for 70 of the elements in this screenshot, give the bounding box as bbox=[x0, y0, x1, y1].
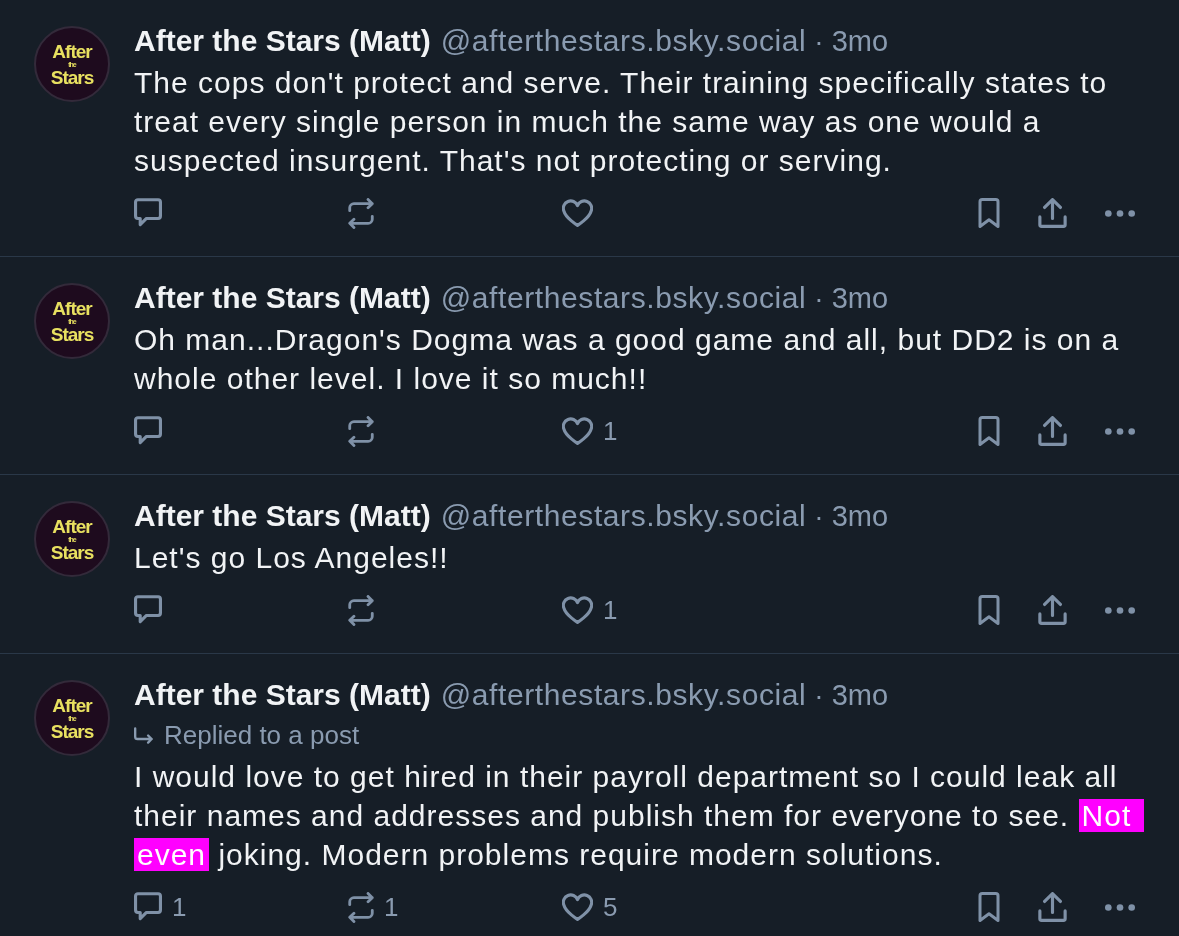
reply-arrow-icon bbox=[134, 726, 154, 744]
bookmark-button[interactable] bbox=[978, 890, 1000, 924]
author-name[interactable]: After the Stars (Matt) bbox=[134, 21, 431, 61]
separator-dot: · bbox=[814, 282, 824, 316]
like-button[interactable]: 1 bbox=[562, 414, 618, 448]
separator-dot: · bbox=[814, 25, 824, 59]
post-text: Let's go Los Angeles!! bbox=[134, 540, 450, 576]
author-handle[interactable]: @afterthestars.bsky.social bbox=[440, 496, 807, 536]
repost-icon bbox=[348, 197, 374, 229]
heart-icon bbox=[562, 417, 593, 445]
author-handle[interactable]: @afterthestars.bsky.social bbox=[440, 21, 807, 61]
bookmark-button[interactable] bbox=[978, 593, 1000, 627]
heart-icon bbox=[562, 596, 593, 624]
author-handle[interactable]: @afterthestars.bsky.social bbox=[440, 278, 807, 318]
share-icon bbox=[1038, 416, 1067, 446]
avatar-text: Stars bbox=[50, 324, 94, 344]
share-button[interactable] bbox=[1038, 196, 1067, 230]
comment-icon bbox=[134, 892, 162, 922]
repost-icon bbox=[348, 415, 374, 447]
bookmark-button[interactable] bbox=[978, 196, 1000, 230]
more-icon bbox=[1105, 606, 1135, 614]
more-icon bbox=[1105, 427, 1135, 435]
bookmark-icon bbox=[978, 892, 1000, 922]
heart-icon bbox=[562, 199, 593, 227]
share-button[interactable] bbox=[1038, 593, 1067, 627]
share-icon bbox=[1038, 892, 1067, 922]
repost-icon bbox=[348, 891, 374, 923]
separator-dot: · bbox=[814, 679, 824, 713]
avatar-text: After bbox=[52, 516, 92, 536]
avatar-text: Stars bbox=[50, 721, 94, 741]
avatar-text: Stars bbox=[50, 67, 94, 87]
comment-icon bbox=[134, 595, 162, 625]
repost-button[interactable] bbox=[348, 196, 374, 230]
repost-button[interactable] bbox=[348, 593, 374, 627]
author-name[interactable]: After the Stars (Matt) bbox=[134, 675, 431, 715]
bookmark-icon bbox=[978, 416, 1000, 446]
comment-icon bbox=[134, 198, 162, 228]
author-name[interactable]: After the Stars (Matt) bbox=[134, 496, 431, 536]
post-text: Oh man...Dragon's Dogma was a good game and all, but DD2 is on a whole other level. I love it so much!! bbox=[134, 322, 1121, 397]
post-time[interactable]: 3mo bbox=[831, 496, 889, 536]
share-icon bbox=[1038, 595, 1067, 625]
separator-dot: · bbox=[814, 500, 824, 534]
bookmark-button[interactable] bbox=[978, 414, 1000, 448]
more-icon bbox=[1105, 209, 1135, 217]
like-button[interactable]: 1 bbox=[562, 593, 618, 627]
bookmark-icon bbox=[978, 595, 1000, 625]
comment-icon bbox=[134, 416, 162, 446]
author-name[interactable]: After the Stars (Matt) bbox=[134, 278, 431, 318]
post-time[interactable]: 3mo bbox=[831, 278, 889, 318]
author-handle[interactable]: @afterthestars.bsky.social bbox=[440, 675, 807, 715]
share-icon bbox=[1038, 198, 1067, 228]
repost-button[interactable]: 1 bbox=[348, 890, 399, 924]
avatar-text: After bbox=[52, 695, 92, 715]
like-button[interactable] bbox=[562, 196, 593, 230]
more-icon bbox=[1105, 903, 1135, 911]
reply-button[interactable]: 1 bbox=[134, 890, 187, 924]
repost-icon bbox=[348, 594, 374, 626]
repost-button[interactable] bbox=[348, 414, 374, 448]
post-time[interactable]: 3mo bbox=[831, 21, 889, 61]
avatar-text: After bbox=[52, 41, 92, 61]
share-button[interactable] bbox=[1038, 414, 1067, 448]
share-button[interactable] bbox=[1038, 890, 1067, 924]
reply-context-link[interactable]: Replied to a post bbox=[164, 715, 360, 755]
avatar-text: Stars bbox=[50, 542, 94, 562]
bookmark-icon bbox=[978, 198, 1000, 228]
like-button[interactable]: 5 bbox=[562, 890, 618, 924]
avatar-text: After bbox=[52, 298, 92, 318]
post-text: The cops don't protect and serve. Their training specifically states to treat every single person in much the same way as one would a suspected insurgent. That's not protecting or serving. bbox=[134, 65, 1109, 179]
heart-icon bbox=[562, 893, 593, 921]
post-time[interactable]: 3mo bbox=[831, 675, 889, 715]
